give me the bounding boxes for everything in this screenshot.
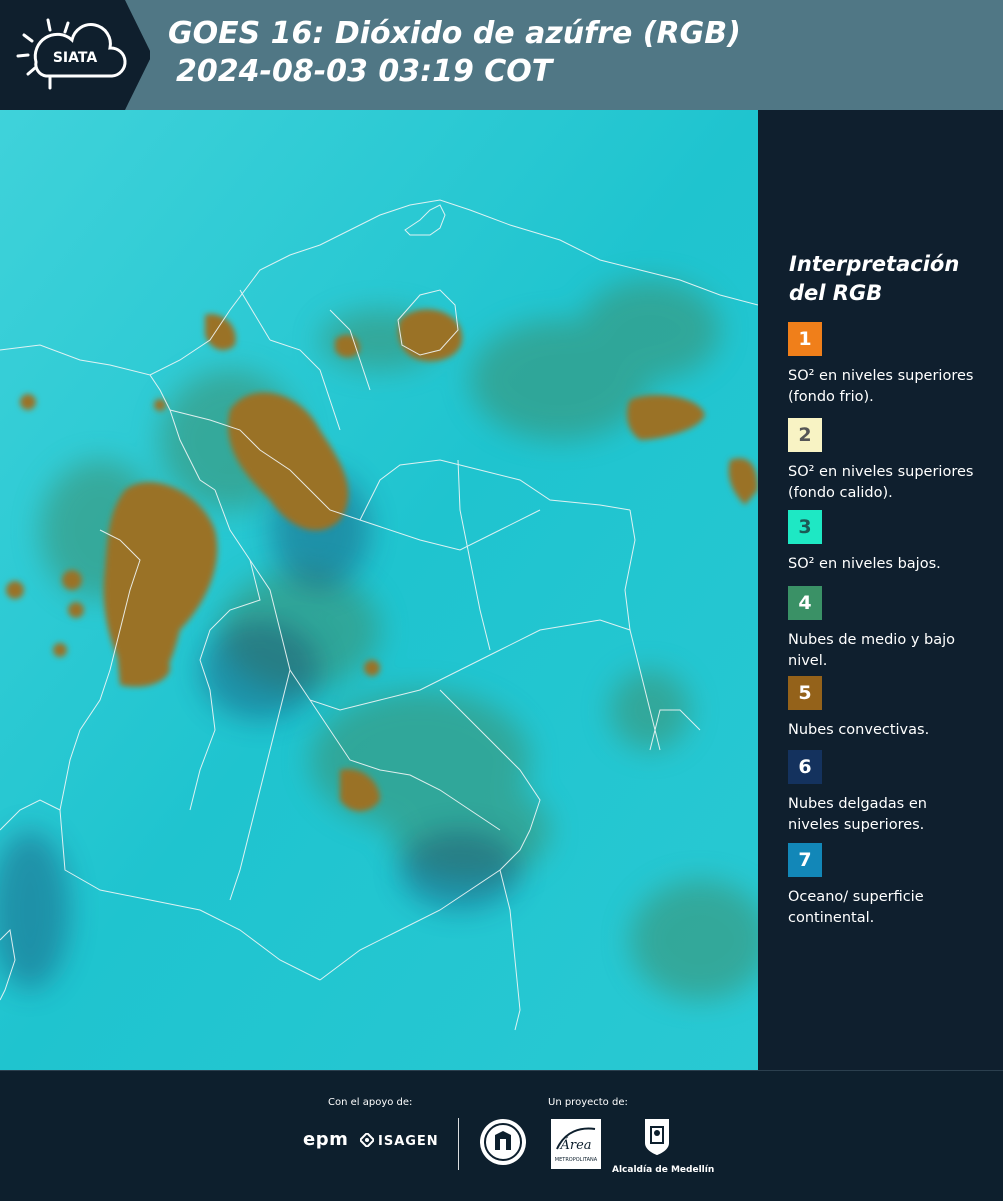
legend-swatch-2: 2 [788,418,822,452]
legend-item-2: 2 SO² en niveles superiores (fondo calid… [788,418,1003,504]
legend-item-6: 6 Nubes delgadas en niveles superiores. [788,750,1003,836]
area-metropolitana-logo: Área METROPOLITANA [551,1119,601,1173]
legend-label-3: SO² en niveles bajos. [788,556,941,572]
legend-label-1: SO² en niveles superiores (fondo frio). [788,368,974,405]
legend-panel: Interpretación del RGB 1 SO² en niveles … [758,110,1003,1070]
alcaldia-logo: Alcaldía de Medellín [612,1117,715,1175]
legend-title: Interpretación del RGB [789,252,960,305]
epm-logo: epm [303,1129,349,1150]
satellite-map[interactable] [0,110,758,1070]
legend-item-3: 3 SO² en niveles bajos. [788,510,1003,575]
alcaldia-shield-icon [645,1119,669,1155]
legend-label-4: Nubes de medio y bajo nivel. [788,632,955,669]
legend-swatch-4: 4 [788,586,822,620]
isagen-logo: ISAGEN [360,1133,439,1149]
legend-item-7: 7 Oceano/ superficie continental. [788,843,1003,929]
logo-text: SIATA [53,50,98,66]
isagen-icon [360,1133,374,1147]
footer-bar: Con el apoyo de: Un proyecto de: epm ISA… [0,1070,1003,1201]
page-timestamp: 2024-08-03 03:19 COT [176,54,553,89]
legend-swatch-6: 6 [788,750,822,784]
support-label: Con el apoyo de: [328,1097,413,1108]
legend-item-1: 1 SO² en niveles superiores (fondo frio)… [788,322,1003,408]
legend-item-4: 4 Nubes de medio y bajo nivel. [788,586,1003,672]
legend-swatch-1: 1 [788,322,822,356]
legend-item-5: 5 Nubes convectivas. [788,676,1003,741]
legend-swatch-3: 3 [788,510,822,544]
legend-label-5: Nubes convectivas. [788,722,930,738]
area-logo-text: Área [559,1137,591,1153]
alcaldia-label: Alcaldía de Medellín [612,1165,715,1175]
page-title: GOES 16: Dióxido de azúfre (RGB) [168,16,741,51]
footer-divider [458,1118,459,1170]
legend-swatch-5: 5 [788,676,822,710]
legend-label-2: SO² en niveles superiores (fondo calido)… [788,464,974,501]
isagen-text: ISAGEN [378,1134,439,1149]
siata-logo: SIATA [0,0,150,110]
legend-swatch-7: 7 [788,843,822,877]
project-label: Un proyecto de: [548,1097,628,1108]
legend-label-6: Nubes delgadas en niveles superiores. [788,796,927,833]
legend-label-7: Oceano/ superficie continental. [788,889,924,926]
medellin-seal-icon [478,1117,528,1171]
header-bar: SIATA GOES 16: Dióxido de azúfre (RGB) 2… [0,0,1003,110]
area-logo-subtext: METROPOLITANA [555,1157,598,1163]
